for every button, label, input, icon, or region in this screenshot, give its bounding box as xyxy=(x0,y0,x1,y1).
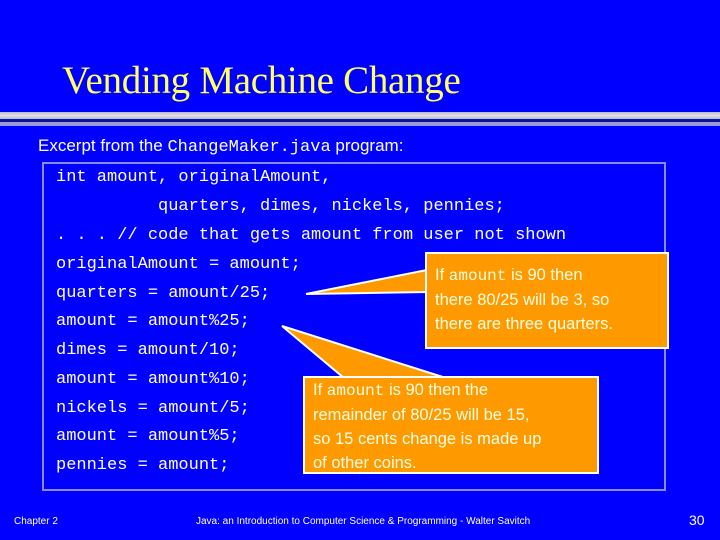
callout-remainder-line-3: so 15 cents change is made up xyxy=(313,430,542,448)
callout-text: is 90 then xyxy=(506,266,583,284)
intro-suffix: program: xyxy=(330,136,404,155)
callout-quarters: If amount is 90 then there 80/25 will be… xyxy=(425,252,669,349)
code-line: . . . // code that gets amount from user… xyxy=(56,226,567,245)
code-line: dimes = amount/10; xyxy=(56,341,240,360)
footer-chapter: Chapter 2 xyxy=(14,516,58,527)
title-divider-lower xyxy=(0,122,720,126)
callout-remainder-line-4: of other coins. xyxy=(313,454,417,472)
code-line: quarters, dimes, nickels, pennies; xyxy=(56,197,505,216)
intro-filename: ChangeMaker.java xyxy=(167,138,331,157)
page-number: 30 xyxy=(689,512,705,528)
code-line: amount = amount%25; xyxy=(56,312,250,331)
code-line: originalAmount = amount; xyxy=(56,255,301,274)
code-line: amount = amount%5; xyxy=(56,427,240,446)
callout-text: is 90 then the xyxy=(384,381,489,399)
callout-quarters-line-2: there 80/25 will be 3, so xyxy=(435,291,610,309)
callout-remainder-line-2: remainder of 80/25 will be 15, xyxy=(313,406,530,424)
slide-title: Vending Machine Change xyxy=(62,59,461,102)
code-line: int amount, originalAmount, xyxy=(56,168,332,187)
callout-quarters-line-1: If amount is 90 then xyxy=(435,263,659,288)
code-line: amount = amount%10; xyxy=(56,370,250,389)
code-line: pennies = amount; xyxy=(56,456,230,475)
callout-remainder: If amount is 90 then the remainder of 80… xyxy=(303,376,599,474)
slide: Vending Machine Change Excerpt from the … xyxy=(0,0,720,540)
callout-quarters-line-3: there are three quarters. xyxy=(435,315,613,333)
code-line: quarters = amount/25; xyxy=(56,284,271,303)
intro-prefix: Excerpt from the xyxy=(38,136,168,155)
callout-code: amount xyxy=(448,267,507,285)
footer-book-title: Java: an Introduction to Computer Scienc… xyxy=(196,516,531,527)
code-line: nickels = amount/5; xyxy=(56,399,250,418)
callout-remainder-line-1: If amount is 90 then the xyxy=(313,378,589,403)
callout-code: amount xyxy=(326,382,385,400)
callout-text: If xyxy=(435,266,449,284)
title-divider-light xyxy=(0,112,720,119)
callout-text: If xyxy=(313,381,327,399)
intro-text: Excerpt from the ChangeMaker.java progra… xyxy=(38,136,403,157)
